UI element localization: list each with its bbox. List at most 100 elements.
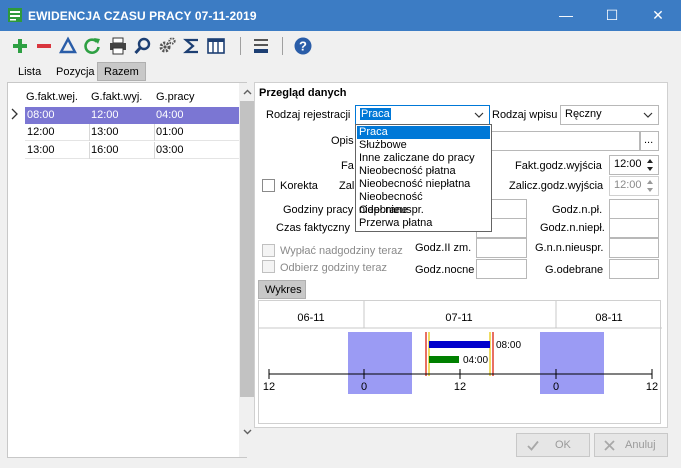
print-icon[interactable] — [108, 36, 128, 56]
menu-icon[interactable] — [251, 36, 271, 56]
ok-button[interactable]: OK — [516, 433, 590, 457]
night-shade — [540, 332, 604, 394]
rodzaj-rejestracji-label: Rodzaj rejestracji — [266, 109, 351, 121]
close-icon — [604, 440, 615, 451]
table-row[interactable]: 13:00 16:00 03:00 — [25, 142, 239, 159]
czas-faktyczny-label: Czas faktyczny — [276, 222, 350, 234]
rodzaj-rejestracji-select[interactable]: Praca — [355, 105, 490, 125]
selected-value: Ręczny — [565, 108, 602, 120]
day-label: 08-11 — [595, 312, 622, 324]
godziny-pracy-label: Godziny pracy — [283, 204, 354, 216]
records-grid[interactable]: G.fakt.wej. G.fakt.wyj. G.pracy 08:00 12… — [7, 82, 256, 458]
odbierz-godziny-checkbox — [262, 260, 275, 273]
godz-ii-zm-input[interactable] — [476, 238, 527, 258]
timeline-chart-svg: 06-11 07-11 08-11 08:00 04:00 12 0 12 0 12 — [259, 301, 662, 394]
fakt-godz-wyjscia-label: Fakt.godz.wyjścia — [515, 160, 602, 172]
help-icon[interactable]: ? — [293, 36, 313, 56]
opis-browse-button[interactable]: ... — [640, 131, 659, 151]
columns-icon[interactable] — [206, 36, 226, 56]
zalicz-godz-wyjscia-input: 12:00 — [609, 176, 659, 196]
button-label: Anuluj — [625, 439, 656, 451]
g-odebrane-label: G.odebrane — [545, 264, 604, 276]
timeline-chart: 06-11 07-11 08-11 08:00 04:00 12 0 12 0 12 — [258, 300, 662, 424]
add-icon[interactable] — [10, 36, 30, 56]
delete-icon[interactable] — [34, 36, 54, 56]
title-bar: EWIDENCJA CZASU PRACY 07-11-2019 — ☐ ✕ — [0, 0, 681, 31]
value: 12:00 — [614, 158, 642, 170]
tab-razem[interactable]: Razem — [97, 62, 146, 81]
dropdown-option[interactable]: Nieobecność płatna — [357, 165, 490, 178]
cell-divider — [89, 142, 90, 159]
cancel-button[interactable]: Anuluj — [594, 433, 668, 457]
value: 12:00 — [614, 179, 642, 191]
window-title: EWIDENCJA CZASU PRACY 07-11-2019 — [28, 9, 257, 23]
fa-label: Fa — [341, 160, 354, 172]
spinner-icon[interactable] — [646, 158, 654, 172]
night-shade — [348, 332, 412, 394]
toolbar: ? — [0, 31, 681, 61]
table-row[interactable]: 12:00 13:00 01:00 — [25, 124, 239, 141]
maximize-button[interactable]: ☐ — [589, 0, 635, 31]
cell: 03:00 — [156, 144, 184, 156]
dropdown-option[interactable]: Odebrane — [357, 204, 490, 217]
tab-wykres[interactable]: Wykres — [258, 280, 306, 299]
search-icon[interactable] — [133, 36, 153, 56]
app-icon — [8, 8, 22, 22]
rodzaj-wpisu-select[interactable]: Ręczny — [560, 105, 659, 125]
fakt-godz-wyjscia-input[interactable]: 12:00 — [609, 155, 659, 175]
settings-icon[interactable] — [157, 36, 177, 56]
close-button[interactable]: ✕ — [635, 0, 681, 31]
toolbar-separator — [240, 37, 241, 55]
korekta-checkbox[interactable] — [262, 179, 275, 192]
dropdown-option[interactable]: Inne zaliczane do pracy — [357, 152, 490, 165]
tab-lista[interactable]: Lista — [11, 62, 48, 81]
scroll-thumb[interactable] — [240, 101, 255, 397]
zalicz-godz-wyjscia-label: Zalicz.godz.wyjścia — [509, 180, 604, 192]
dropdown-option[interactable]: Nieobecność niepł.nieuspr. — [357, 191, 490, 216]
opis-label: Opis — [331, 135, 354, 147]
dropdown-option[interactable]: Służbowe — [357, 139, 490, 152]
rodzaj-wpisu-label: Rodzaj wpisu — [492, 109, 558, 121]
column-header[interactable]: G.fakt.wej. — [26, 91, 78, 103]
check-icon — [527, 440, 539, 451]
selected-value: Praca — [360, 108, 391, 120]
tab-pozycja[interactable]: Pozycja — [49, 62, 102, 81]
day-label: 06-11 — [297, 312, 324, 324]
cell: 08:00 — [27, 109, 55, 121]
godz-ii-zm-label: Godz.II zm. — [415, 242, 472, 254]
scroll-down-icon[interactable] — [243, 429, 252, 435]
axis-tick-label: 12 — [646, 381, 658, 393]
rodzaj-rejestracji-dropdown[interactable]: Praca Służbowe Inne zaliczane do pracy Nieo… — [355, 124, 492, 232]
tab-label: Wykres — [265, 284, 302, 296]
opis-input[interactable] — [490, 131, 640, 151]
cell: 13:00 — [91, 126, 119, 138]
dropdown-option[interactable]: Nieobecność niepłatna — [357, 178, 490, 191]
wyplac-nadgodziny-label: Wypłać nadgodziny teraz — [280, 245, 403, 257]
minimize-button[interactable]: — — [543, 0, 589, 31]
dropdown-option[interactable]: Przerwa płatna — [357, 217, 490, 230]
g-odebrane-input[interactable] — [609, 259, 659, 279]
sum-icon[interactable] — [182, 36, 202, 56]
cell: 01:00 — [156, 126, 184, 138]
column-header[interactable]: G.pracy — [156, 91, 195, 103]
odbierz-godziny-label: Odbierz godziny teraz — [280, 262, 387, 274]
godz-n-pl-input[interactable] — [609, 199, 659, 219]
godz-nocne-input[interactable] — [476, 259, 527, 279]
godz-n-niepl-input[interactable] — [609, 218, 659, 238]
wyplac-nadgodziny-checkbox — [262, 244, 275, 257]
column-header[interactable]: G.fakt.wyj. — [91, 91, 142, 103]
cell-divider — [154, 142, 155, 159]
edit-icon[interactable] — [58, 36, 78, 56]
cell-divider — [89, 124, 90, 141]
bar-label: 04:00 — [463, 355, 488, 366]
chevron-down-icon — [474, 112, 484, 118]
cell: 13:00 — [27, 144, 55, 156]
row-indicator-icon — [11, 108, 19, 120]
svg-text:?: ? — [299, 39, 307, 54]
cell: 16:00 — [91, 144, 119, 156]
refresh-icon[interactable] — [82, 36, 102, 56]
dropdown-option[interactable]: Praca — [357, 126, 490, 139]
g-n-n-nieuspr-input[interactable] — [609, 238, 659, 258]
scroll-up-icon[interactable] — [243, 89, 252, 95]
table-row[interactable]: 08:00 12:00 04:00 — [25, 107, 239, 124]
